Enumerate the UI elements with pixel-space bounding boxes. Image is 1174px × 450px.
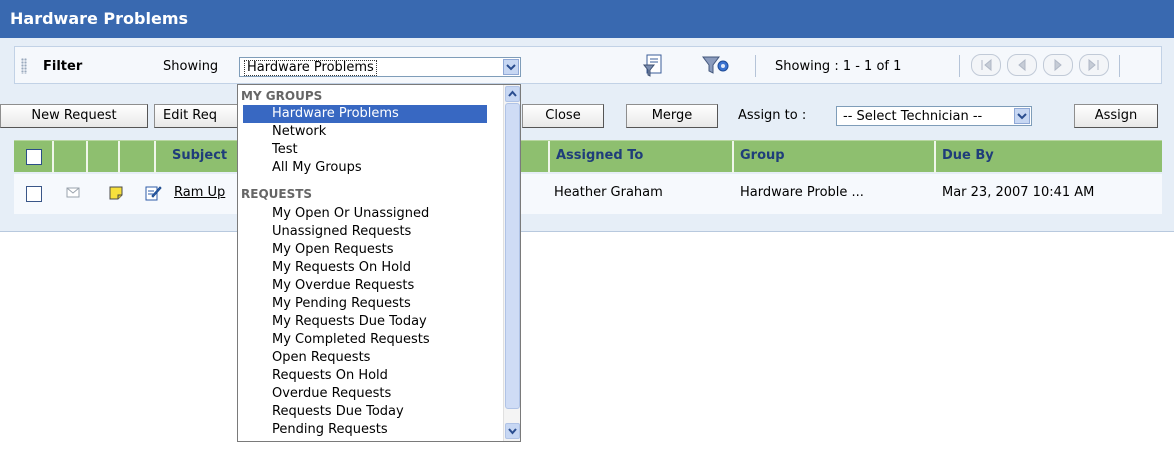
close-button[interactable]: Close — [522, 104, 604, 128]
filter-option[interactable]: My Open Requests — [272, 241, 393, 259]
column-header-due-by[interactable]: Due By — [936, 141, 1162, 173]
table-row[interactable]: Ram Up Heather Graham Hardware Proble ..… — [14, 174, 1162, 214]
divider — [959, 55, 960, 77]
filter-settings-icon[interactable] — [701, 53, 731, 79]
header-cell — [54, 141, 88, 173]
column-header-label: Group — [740, 148, 785, 163]
filter-option[interactable]: Open Requests — [272, 349, 370, 367]
edit-icon[interactable] — [144, 184, 162, 206]
action-toolbar: New Request Edit Req Close Merge Assign … — [0, 96, 1174, 132]
scroll-down-icon[interactable] — [505, 423, 520, 439]
filter-option[interactable]: My Requests On Hold — [272, 259, 411, 277]
column-header-group[interactable]: Group — [734, 141, 936, 173]
filter-option[interactable]: Unassigned Requests — [272, 223, 411, 241]
divider — [755, 55, 756, 77]
row-checkbox[interactable] — [26, 186, 42, 202]
filter-option[interactable]: Network — [272, 123, 326, 141]
filter-option[interactable]: My Open Or Unassigned — [272, 205, 429, 223]
chevron-down-icon[interactable] — [1014, 108, 1030, 124]
divider — [1119, 55, 1120, 77]
scrollbar-thumb[interactable] — [505, 103, 520, 409]
column-header-assigned-to[interactable]: Assigned To — [550, 141, 734, 173]
filter-icon[interactable] — [641, 53, 667, 79]
assign-to-label: Assign to : — [738, 108, 807, 123]
select-all-checkbox[interactable] — [26, 149, 42, 165]
due-by-cell: Mar 23, 2007 10:41 AM — [942, 185, 1095, 200]
filter-option[interactable]: Hardware Problems — [243, 105, 487, 123]
assign-button[interactable]: Assign — [1074, 104, 1158, 128]
filter-label: Filter — [43, 59, 83, 74]
showing-label: Showing — [163, 59, 219, 74]
filter-option[interactable]: Requests Due Today — [272, 403, 404, 421]
header-cell — [120, 141, 156, 173]
filter-option[interactable]: My Requests Due Today — [272, 313, 427, 331]
table-header: Subject Assigned To Group Due By — [14, 140, 1162, 173]
dropdown-scrollbar[interactable] — [503, 85, 520, 441]
next-page-button[interactable] — [1043, 54, 1073, 76]
subject-link[interactable]: Ram Up — [174, 185, 225, 200]
select-all-column — [14, 141, 54, 173]
filter-dropdown-list[interactable]: MY GROUPS Hardware Problems Network Test… — [237, 84, 521, 442]
showing-count: Showing : 1 - 1 of 1 — [775, 59, 902, 74]
chevron-down-icon[interactable] — [503, 59, 519, 75]
scroll-up-icon[interactable] — [505, 86, 520, 102]
assigned-to-cell: Heather Graham — [554, 185, 663, 200]
filter-option[interactable]: Requests On Hold — [272, 367, 388, 385]
first-page-button[interactable] — [971, 54, 1001, 76]
group-header-requests: REQUESTS — [241, 187, 313, 201]
filter-option[interactable]: Pending Requests — [272, 421, 388, 439]
group-header-my-groups: MY GROUPS — [241, 89, 323, 103]
new-request-button[interactable]: New Request — [0, 104, 148, 128]
merge-button[interactable]: Merge — [626, 104, 718, 128]
column-header-label: Subject — [172, 148, 228, 163]
header-cell — [88, 141, 120, 173]
note-icon[interactable] — [108, 185, 124, 205]
filter-bar: Filter Showing Hardware Problems Showing… — [14, 46, 1162, 84]
filter-select[interactable]: Hardware Problems — [239, 57, 521, 77]
title-bar: Hardware Problems — [0, 0, 1174, 38]
column-header-label: Due By — [942, 148, 994, 163]
column-header-label: Assigned To — [556, 148, 644, 163]
filter-option[interactable]: Overdue Requests — [272, 385, 391, 403]
page-title: Hardware Problems — [10, 9, 189, 28]
filter-option[interactable]: My Pending Requests — [272, 295, 411, 313]
edit-request-button[interactable]: Edit Req — [154, 104, 244, 128]
filter-option[interactable]: All My Groups — [272, 159, 362, 177]
filter-option[interactable]: My Completed Requests — [272, 331, 430, 349]
group-cell: Hardware Proble ... — [740, 185, 864, 200]
filter-option[interactable]: Test — [272, 141, 298, 159]
filter-select-value: Hardware Problems — [244, 60, 377, 76]
last-page-button[interactable] — [1079, 54, 1109, 76]
technician-select-value: -- Select Technician -- — [843, 109, 983, 124]
mail-icon[interactable] — [66, 187, 80, 203]
technician-select[interactable]: -- Select Technician -- — [836, 106, 1032, 126]
prev-page-button[interactable] — [1007, 54, 1037, 76]
filter-option[interactable]: My Overdue Requests — [272, 277, 414, 295]
grip-handle — [21, 58, 27, 74]
